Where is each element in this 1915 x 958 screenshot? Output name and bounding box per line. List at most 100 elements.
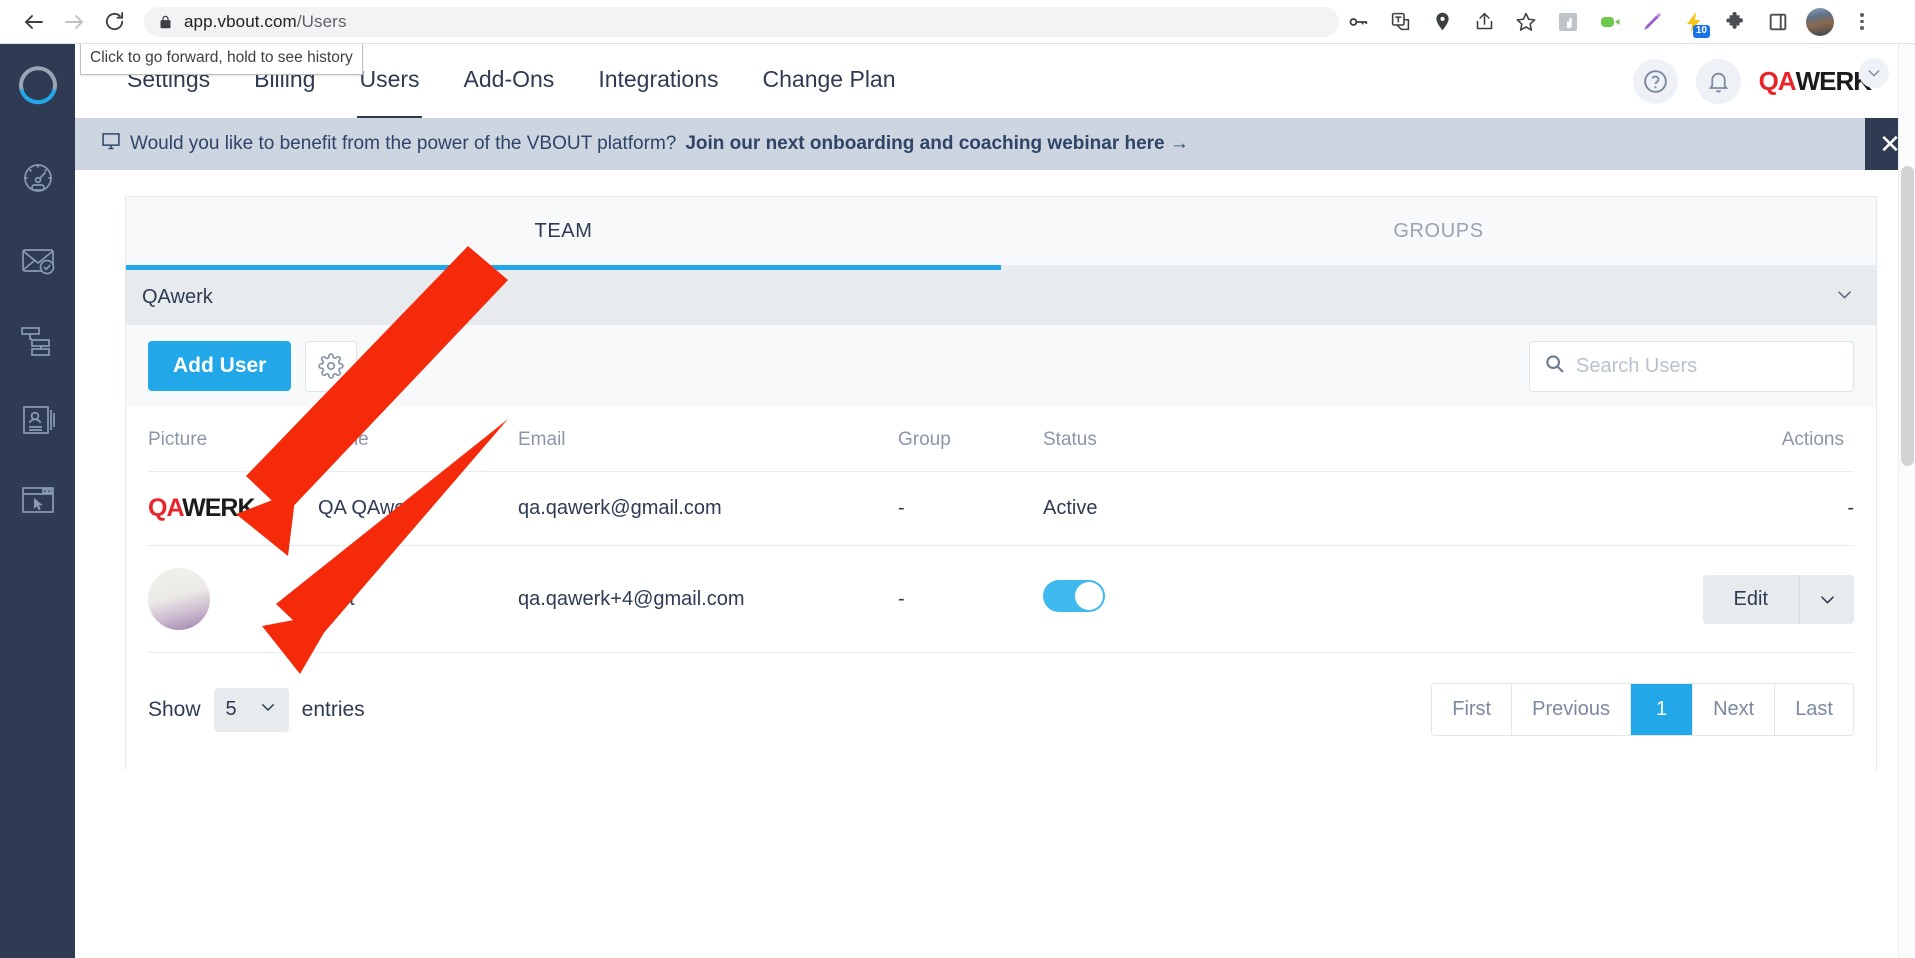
table-toolbar: Add User (126, 325, 1876, 407)
sidebar-item-automation[interactable] (0, 302, 75, 382)
browser-tooltip: Click to go forward, hold to see history (80, 43, 363, 75)
nav-item-change-plan[interactable]: Change Plan (741, 66, 918, 97)
sidebar-item-landing-pages[interactable] (0, 462, 75, 542)
chevron-down-icon (259, 698, 277, 722)
nav-item-integrations[interactable]: Integrations (576, 66, 740, 97)
column-picture: Picture (148, 407, 318, 472)
vbout-logo[interactable] (13, 62, 63, 112)
users-card: TEAM GROUPS QAwerk Add User Search Users… (125, 196, 1877, 770)
back-arrow-icon[interactable] (14, 2, 54, 42)
cell-actions: - (1288, 471, 1854, 546)
page-scrollbar[interactable] (1898, 44, 1915, 958)
address-bar[interactable]: app.vbout.com/Users (144, 6, 1339, 37)
location-pin-icon[interactable] (1425, 5, 1459, 39)
column-name: Name (318, 407, 518, 472)
table-row: QAWERK QA QAwerk qa.qawerk@gmail.com - A… (148, 471, 1854, 546)
pagination: First Previous 1 Next Last (1431, 683, 1854, 736)
cell-actions: Edit (1288, 545, 1854, 653)
search-users-box[interactable] (1529, 340, 1854, 392)
side-panel-icon[interactable] (1761, 5, 1795, 39)
account-select-value: QAwerk (142, 286, 213, 308)
table-footer: Show 5 entries First Previous 1 Next Las… (126, 653, 1876, 770)
users-table: Picture Name Email Group Status Actions (148, 407, 1854, 653)
main-content: Settings Billing Users Add-Ons Integrati… (75, 44, 1915, 958)
qawerk-logo: QAWERK (148, 494, 256, 522)
chevron-down-icon[interactable] (1799, 574, 1854, 624)
forward-arrow-icon[interactable] (54, 2, 94, 42)
extension-badge-count: 10 (1692, 25, 1710, 38)
entries-selector: Show 5 entries (148, 687, 365, 732)
header-actions: QA WERK (1632, 58, 1889, 104)
bell-icon[interactable] (1695, 58, 1741, 104)
pagination-previous[interactable]: Previous (1512, 684, 1631, 735)
promo-banner: Would you like to benefit from the power… (75, 118, 1915, 170)
monitor-icon (101, 131, 121, 157)
sidebar-item-contacts[interactable] (0, 382, 75, 462)
nav-item-add-ons[interactable]: Add-Ons (442, 66, 577, 97)
help-question-icon[interactable] (1632, 58, 1678, 104)
banner-message: Would you like to benefit from the power… (101, 131, 1189, 157)
pagination-page-1[interactable]: 1 (1630, 684, 1694, 735)
cell-group: - (898, 545, 1043, 653)
cell-email: qa.qawerk@gmail.com (518, 471, 898, 546)
app-shell: Settings Billing Users Add-Ons Integrati… (0, 43, 1915, 958)
browser-extension-icons: 10 (1341, 5, 1879, 39)
entries-select[interactable]: 5 (213, 687, 289, 732)
sidebar-item-dashboard[interactable] (0, 142, 75, 222)
share-icon[interactable] (1467, 5, 1501, 39)
puzzle-extensions-icon[interactable] (1719, 5, 1753, 39)
cell-email: qa.qawerk+4@gmail.com (518, 545, 898, 653)
contact-card-icon (16, 398, 60, 447)
add-user-button[interactable]: Add User (148, 341, 292, 391)
cell-group: - (898, 471, 1043, 546)
edit-button[interactable]: Edit (1702, 574, 1799, 624)
pagination-next[interactable]: Next (1693, 684, 1776, 735)
url-text: app.vbout.com/Users (184, 12, 347, 32)
bookmark-star-icon[interactable] (1509, 5, 1543, 39)
lock-icon (158, 14, 173, 30)
video-record-icon[interactable] (1593, 5, 1627, 39)
reload-icon[interactable] (94, 2, 134, 42)
entries-label: entries (301, 697, 365, 721)
table-header-row: Picture Name Email Group Status Actions (148, 407, 1854, 472)
users-table-wrap: Picture Name Email Group Status Actions (126, 407, 1876, 653)
search-input[interactable] (1576, 354, 1839, 378)
cell-picture (148, 545, 318, 653)
page-body: TEAM GROUPS QAwerk Add User Search Users… (75, 170, 1915, 958)
tab-team[interactable]: TEAM (126, 197, 1001, 265)
gear-icon[interactable] (305, 340, 358, 392)
cell-status: Active (1043, 471, 1288, 546)
translate-icon[interactable] (1383, 5, 1417, 39)
column-actions: Actions (1288, 407, 1854, 472)
banner-link[interactable]: Join our next onboarding and coaching we… (685, 133, 1189, 155)
search-icon (1544, 353, 1565, 379)
pagination-last[interactable]: Last (1775, 684, 1853, 735)
dashboard-icon (16, 158, 60, 207)
chrome-menu-icon[interactable] (1845, 5, 1879, 39)
cell-picture: QAWERK (148, 471, 318, 546)
account-menu[interactable]: QA WERK (1759, 58, 1889, 98)
browser-toolbar: app.vbout.com/Users 10 (0, 0, 1915, 44)
cell-name: Test (318, 545, 518, 653)
tab-bar: TEAM GROUPS (126, 197, 1876, 265)
scrollbar-thumb[interactable] (1901, 166, 1914, 466)
highlighter-pen-icon[interactable] (1635, 5, 1669, 39)
pagination-first[interactable]: First (1432, 684, 1513, 735)
entries-value: 5 (225, 698, 237, 720)
tab-underline (126, 265, 1876, 270)
table-row: Test qa.qawerk+4@gmail.com - Edit (148, 545, 1854, 653)
account-select[interactable]: QAwerk (126, 270, 1876, 325)
profile-avatar[interactable] (1803, 5, 1837, 39)
lightning-extension-icon[interactable]: 10 (1677, 5, 1711, 39)
extension-hand-icon[interactable] (1551, 5, 1585, 39)
sidebar-item-email-marketing[interactable] (0, 222, 75, 302)
status-toggle[interactable] (1043, 580, 1105, 612)
cell-name: QA QAwerk (318, 471, 518, 546)
column-status: Status (1043, 407, 1288, 472)
chevron-down-icon[interactable] (1859, 58, 1889, 88)
chevron-down-icon (1835, 285, 1854, 310)
cell-status (1043, 545, 1288, 653)
password-key-icon[interactable] (1341, 5, 1375, 39)
automation-workflow-icon (16, 318, 60, 367)
tab-groups[interactable]: GROUPS (1001, 197, 1876, 265)
